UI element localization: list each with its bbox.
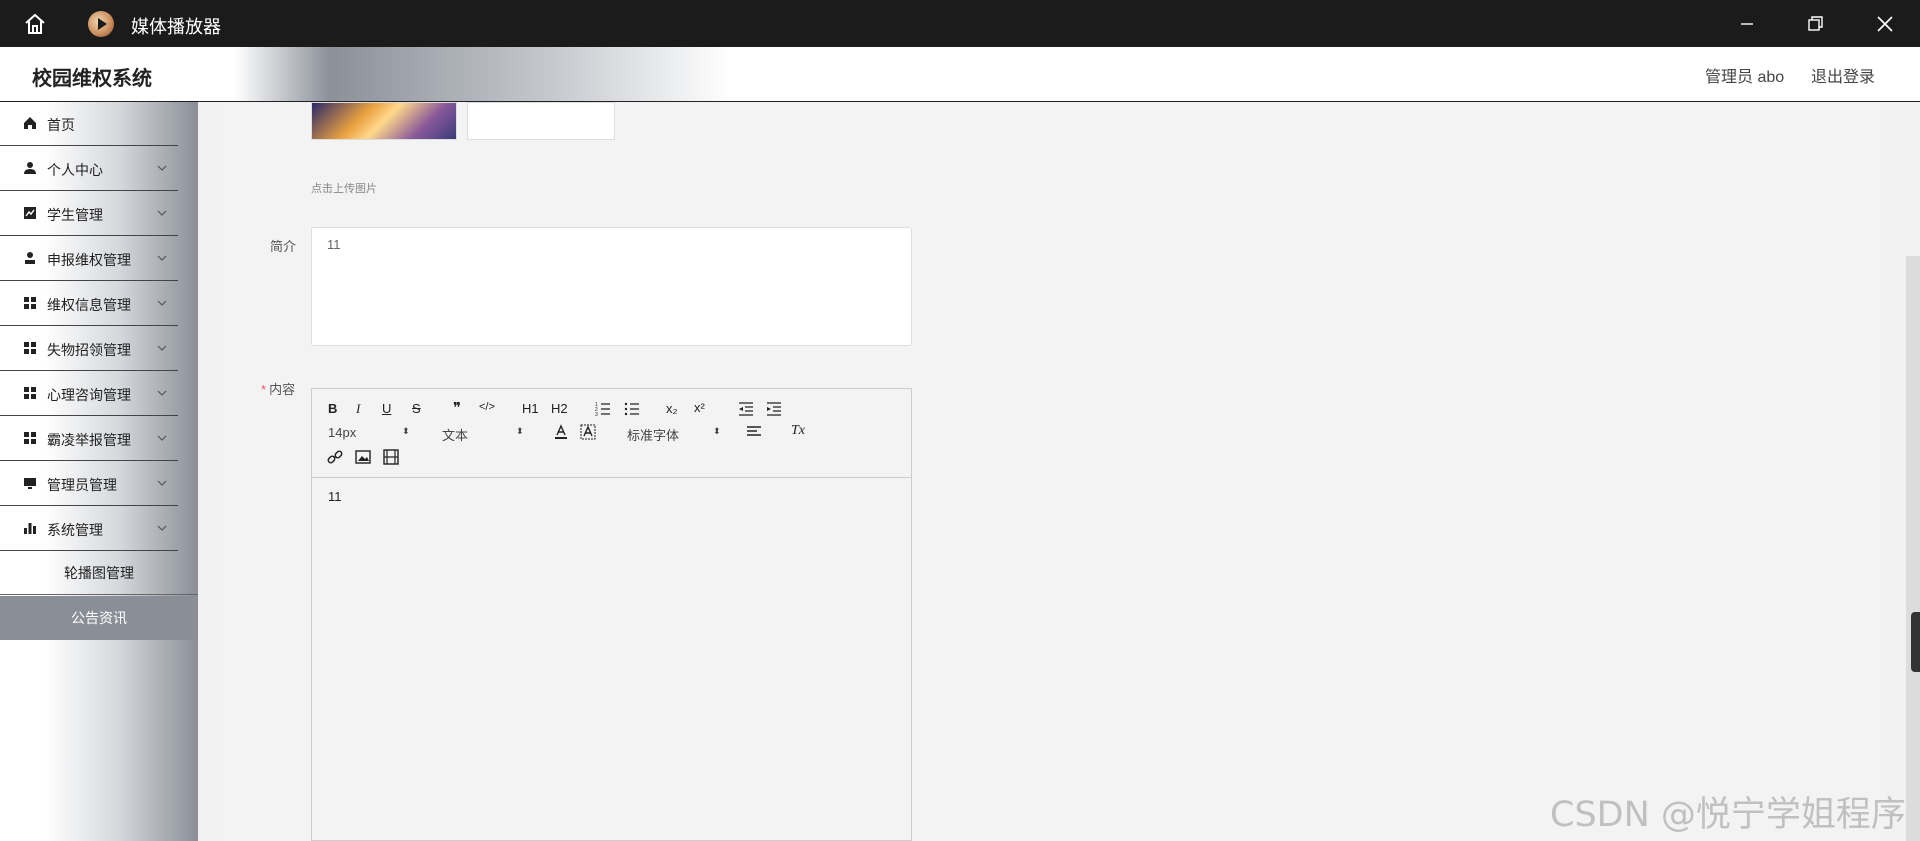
- title-bar: 媒体播放器: [0, 0, 1920, 47]
- updown-arrow-icon: ⬍: [713, 426, 721, 436]
- rich-text-editor: B I U S ❞ </> H1 H2 123 x₂ x² 14px ⬍ 文本 …: [311, 388, 912, 841]
- watermark: CSDN @悦宁学姐程序: [1550, 795, 1906, 835]
- sidebar-item-label: 申报维权管理: [47, 252, 131, 268]
- updown-arrow-icon: ⬍: [402, 426, 410, 436]
- image-icon[interactable]: [355, 449, 371, 465]
- sidebar-item-lost-found[interactable]: 失物招领管理: [0, 327, 178, 371]
- font-family-value: 标准字体: [627, 428, 680, 443]
- uploaded-image-thumbnail[interactable]: [311, 102, 457, 140]
- home-icon[interactable]: [22, 11, 48, 37]
- h2-button[interactable]: H2: [551, 401, 568, 416]
- grid-icon: [24, 297, 36, 309]
- sidebar-item-bullying-report[interactable]: 霸凌举报管理: [0, 417, 178, 461]
- image-upload-slot[interactable]: [467, 102, 615, 140]
- upload-hint: 点击上传图片: [311, 183, 377, 195]
- superscript-button[interactable]: x²: [694, 400, 705, 415]
- media-player-app-icon: [88, 11, 114, 37]
- editor-toolbar: B I U S ❞ </> H1 H2 123 x₂ x² 14px ⬍ 文本 …: [312, 389, 911, 478]
- intro-label: 简介: [270, 239, 297, 254]
- grid-icon: [24, 432, 36, 444]
- chevron-down-icon: [157, 525, 167, 531]
- chevron-down-icon: [157, 435, 167, 441]
- clean-format-button[interactable]: Tx: [791, 423, 805, 439]
- sidebar-item-rights-application[interactable]: 申报维权管理: [0, 237, 178, 281]
- monitor-icon: [24, 478, 36, 489]
- header-picker-value: 文本: [442, 428, 469, 443]
- chevron-down-icon: [157, 390, 167, 396]
- intro-textarea[interactable]: 11: [311, 227, 912, 346]
- minimize-icon[interactable]: [1732, 9, 1762, 39]
- sidebar-subitem-announcements[interactable]: 公告资讯: [0, 596, 198, 640]
- h1-button[interactable]: H1: [522, 401, 539, 416]
- sidebar-item-personal-center[interactable]: 个人中心: [0, 147, 178, 191]
- indent-icon[interactable]: [766, 401, 782, 417]
- person-icon: [25, 252, 35, 264]
- chevron-down-icon: [157, 210, 167, 216]
- required-mark: *: [261, 382, 267, 397]
- page-scrollbar[interactable]: [1906, 256, 1920, 841]
- sidebar: 首页 个人中心 学生管理 申报维权管理 维权信息管理 失物招领管理 心理咨询管理…: [0, 102, 198, 841]
- side-handle[interactable]: [1911, 612, 1920, 672]
- sidebar-subitem-carousel[interactable]: 轮播图管理: [0, 551, 198, 595]
- svg-text:3: 3: [595, 412, 598, 417]
- home-icon: [24, 117, 36, 129]
- close-icon[interactable]: [1870, 9, 1900, 39]
- sidebar-item-label: 管理员管理: [47, 477, 117, 493]
- editor-content[interactable]: 11: [328, 489, 342, 504]
- app-brand: 校园维权系统: [32, 68, 152, 90]
- admin-label: 管理员 abo: [1705, 69, 1785, 86]
- updown-arrow-icon: ⬍: [516, 426, 524, 436]
- bar-chart-icon: [24, 523, 36, 534]
- font-size-picker[interactable]: 14px ⬍: [328, 425, 418, 440]
- font-size-value: 14px: [328, 425, 357, 440]
- grid-icon: [24, 342, 36, 354]
- content-label: * 内容: [261, 379, 295, 398]
- sidebar-item-rights-info[interactable]: 维权信息管理: [0, 282, 178, 326]
- chevron-down-icon: [157, 480, 167, 486]
- chevron-down-icon: [157, 165, 167, 171]
- sidebar-item-label: 首页: [47, 117, 75, 133]
- sidebar-item-label: 维权信息管理: [47, 297, 131, 313]
- content-label-text: 内容: [269, 382, 296, 397]
- quote-button[interactable]: ❞: [453, 399, 461, 417]
- sidebar-item-label: 系统管理: [47, 522, 103, 538]
- outdent-icon[interactable]: [738, 401, 754, 417]
- chevron-down-icon: [157, 345, 167, 351]
- sidebar-item-system-management[interactable]: 系统管理: [0, 507, 178, 551]
- italic-button[interactable]: I: [356, 401, 360, 417]
- ordered-list-icon[interactable]: 123: [595, 401, 611, 417]
- chevron-down-icon: [157, 255, 167, 261]
- bold-button[interactable]: B: [328, 401, 337, 416]
- header-picker[interactable]: 文本 ⬍: [442, 425, 532, 444]
- link-icon[interactable]: [327, 449, 343, 465]
- chart-icon: [24, 207, 36, 219]
- sidebar-item-students[interactable]: 学生管理: [0, 192, 178, 236]
- sidebar-item-home[interactable]: 首页: [0, 102, 178, 146]
- font-family-picker[interactable]: 标准字体 ⬍: [627, 425, 727, 444]
- underline-button[interactable]: U: [382, 401, 391, 416]
- sidebar-item-label: 心理咨询管理: [47, 387, 131, 403]
- strike-button[interactable]: S: [412, 401, 421, 416]
- video-icon[interactable]: [383, 449, 399, 465]
- grid-icon: [24, 387, 36, 399]
- background-color-icon[interactable]: [580, 424, 596, 440]
- restore-icon[interactable]: [1800, 9, 1830, 39]
- sidebar-item-label: 学生管理: [47, 207, 103, 223]
- sidebar-item-label: 失物招领管理: [47, 342, 131, 358]
- app-header: 校园维权系统 管理员 abo 退出登录: [0, 47, 1920, 102]
- sidebar-item-admin-management[interactable]: 管理员管理: [0, 462, 178, 506]
- code-button[interactable]: </>: [479, 401, 495, 413]
- bullet-list-icon[interactable]: [624, 401, 640, 417]
- subscript-button[interactable]: x₂: [666, 401, 678, 416]
- align-icon[interactable]: [746, 424, 762, 440]
- sidebar-item-label: 霸凌举报管理: [47, 432, 131, 448]
- font-color-icon[interactable]: [553, 424, 569, 440]
- logout-link[interactable]: 退出登录: [1811, 63, 1875, 87]
- sidebar-item-label: 个人中心: [47, 162, 103, 178]
- chevron-down-icon: [157, 300, 167, 306]
- window-title: 媒体播放器: [131, 17, 221, 37]
- user-icon: [24, 162, 36, 174]
- sidebar-item-counseling[interactable]: 心理咨询管理: [0, 372, 178, 416]
